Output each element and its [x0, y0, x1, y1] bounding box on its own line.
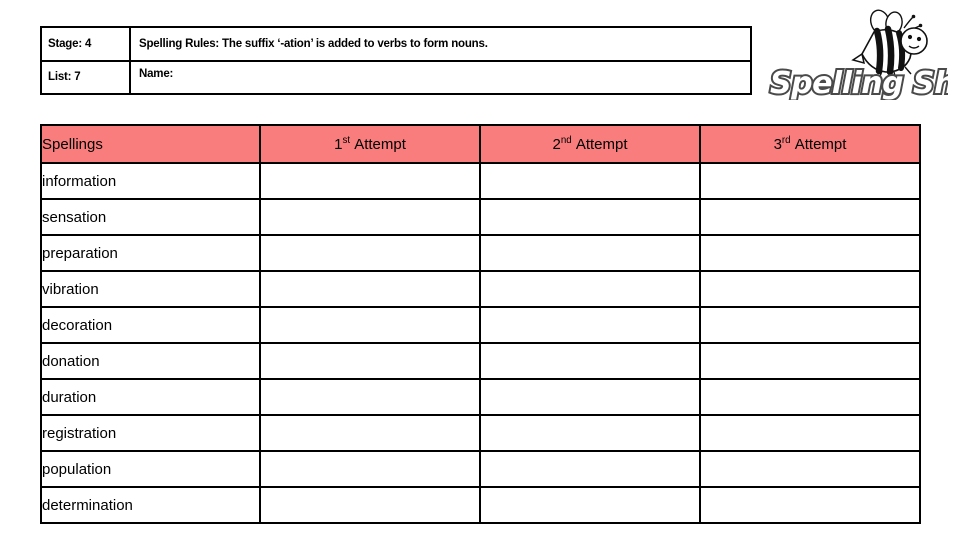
attempt-1-cell[interactable] — [259, 342, 481, 380]
table-row: population — [40, 450, 921, 488]
logo-wordmark: Spelling Shed — [770, 66, 948, 100]
table-body: information sensation preparation vibration… — [40, 162, 921, 524]
spelling-shed-logo: Spelling Shed — [768, 8, 948, 100]
spelling-word-cell: information — [40, 162, 261, 200]
attempt-2-cell[interactable] — [479, 162, 701, 200]
spelling-word-cell: vibration — [40, 270, 261, 308]
table-row: information — [40, 162, 921, 200]
attempt-1-ordinal: st — [342, 135, 351, 146]
attempt-2-cell[interactable] — [479, 414, 701, 452]
table-row: registration — [40, 414, 921, 452]
list-label: List: 7 — [42, 61, 131, 93]
attempt-1-cell[interactable] — [259, 450, 481, 488]
info-row-stage: Stage: 4 Spelling Rules: The suffix ‘-at… — [42, 28, 750, 62]
attempt-2-cell[interactable] — [479, 378, 701, 416]
attempt-1-cell[interactable] — [259, 162, 481, 200]
info-row-list: List: 7 Name: — [42, 61, 750, 93]
attempt-3-cell[interactable] — [699, 162, 921, 200]
table-row: vibration — [40, 270, 921, 308]
attempt-1-label: Attempt — [354, 136, 406, 153]
attempt-1-cell[interactable] — [259, 378, 481, 416]
column-header-attempt-3: 3rd Attempt — [699, 124, 921, 164]
attempt-3-cell[interactable] — [699, 306, 921, 344]
attempt-1-cell[interactable] — [259, 198, 481, 236]
spellings-attempts-table: Spellings 1st Attempt 2nd Attempt 3rd At… — [40, 124, 921, 524]
table-row: sensation — [40, 198, 921, 236]
attempt-1-cell[interactable] — [259, 486, 481, 524]
attempt-3-ordinal: rd — [781, 135, 791, 146]
attempt-2-cell[interactable] — [479, 342, 701, 380]
table-row: preparation — [40, 234, 921, 272]
column-header-spellings: Spellings — [40, 124, 261, 164]
spelling-word-cell: sensation — [40, 198, 261, 236]
name-field-label: Name: — [139, 67, 174, 80]
attempt-2-cell[interactable] — [479, 306, 701, 344]
column-header-attempt-2: 2nd Attempt — [479, 124, 701, 164]
attempt-3-cell[interactable] — [699, 342, 921, 380]
spelling-word-cell: duration — [40, 378, 261, 416]
spelling-word-cell: donation — [40, 342, 261, 380]
attempt-2-cell[interactable] — [479, 234, 701, 272]
worksheet-info-box: Stage: 4 Spelling Rules: The suffix ‘-at… — [40, 26, 752, 95]
attempt-3-cell[interactable] — [699, 378, 921, 416]
stage-label: Stage: 4 — [42, 28, 131, 60]
attempt-3-label: Attempt — [794, 136, 847, 153]
column-header-attempt-1: 1st Attempt — [259, 124, 481, 164]
attempt-3-cell[interactable] — [699, 198, 921, 236]
attempt-1-cell[interactable] — [259, 306, 481, 344]
attempt-2-cell[interactable] — [479, 198, 701, 236]
attempt-2-ordinal: nd — [560, 135, 572, 146]
spelling-rules-text: Spelling Rules: The suffix ‘-ation’ is a… — [139, 37, 488, 50]
attempt-2-cell[interactable] — [479, 270, 701, 308]
attempt-3-number: 3 — [773, 136, 782, 153]
attempt-2-number: 2 — [552, 136, 561, 153]
attempt-2-label: Attempt — [575, 136, 628, 153]
spelling-word-cell: determination — [40, 486, 261, 524]
spelling-word-cell: decoration — [40, 306, 261, 344]
attempt-3-cell[interactable] — [699, 234, 921, 272]
attempt-3-cell[interactable] — [699, 414, 921, 452]
attempt-2-cell[interactable] — [479, 486, 701, 524]
table-row: determination — [40, 486, 921, 524]
table-row: donation — [40, 342, 921, 380]
attempt-2-cell[interactable] — [479, 450, 701, 488]
attempt-3-cell[interactable] — [699, 270, 921, 308]
spelling-word-cell: registration — [40, 414, 261, 452]
attempt-1-cell[interactable] — [259, 270, 481, 308]
attempt-1-cell[interactable] — [259, 414, 481, 452]
table-row: decoration — [40, 306, 921, 344]
table-row: duration — [40, 378, 921, 416]
spelling-word-cell: population — [40, 450, 261, 488]
attempt-3-cell[interactable] — [699, 450, 921, 488]
table-header-row: Spellings 1st Attempt 2nd Attempt 3rd At… — [40, 124, 921, 164]
attempt-1-cell[interactable] — [259, 234, 481, 272]
attempt-3-cell[interactable] — [699, 486, 921, 524]
spelling-word-cell: preparation — [40, 234, 261, 272]
